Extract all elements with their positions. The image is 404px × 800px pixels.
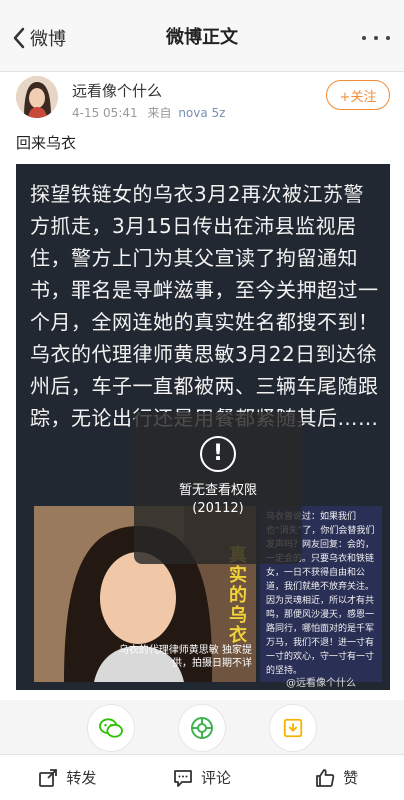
share-bar	[0, 700, 404, 754]
dot-icon	[386, 36, 390, 40]
like-label: 赞	[343, 769, 359, 787]
image-text: 探望铁链女的乌衣3月2再次被江苏警方抓走，3月15日传出在沛县监视居住，警方上门…	[30, 178, 380, 434]
post-text: 回来乌衣	[16, 134, 77, 152]
post-card: 远看像个什么 4-15 05:41 来自 nova 5z +关注 回来乌衣 探望…	[0, 72, 404, 700]
image-watermark: @远看像个什么	[286, 678, 356, 689]
share-moments-button[interactable]	[178, 704, 226, 752]
dot-icon	[362, 36, 366, 40]
post-image[interactable]: 探望铁链女的乌衣3月2再次被江苏警方抓走，3月15日传出在沛县监视居住，警方上门…	[16, 164, 390, 690]
save-image-icon	[283, 718, 303, 738]
share-wechat-button[interactable]	[87, 704, 135, 752]
post-time: 4-15 05:41	[72, 106, 138, 120]
moments-icon	[191, 717, 213, 739]
page-title: 微博正文	[166, 27, 238, 48]
repost-label: 转发	[66, 769, 97, 787]
overlay-code: (20112)	[192, 501, 244, 516]
follow-button[interactable]: +关注	[326, 80, 390, 110]
source-device[interactable]: nova 5z	[178, 106, 225, 120]
comment-button[interactable]: 评论	[135, 755, 270, 800]
warning-icon: !	[200, 436, 236, 472]
comment-label: 评论	[201, 769, 232, 787]
dot-icon	[374, 36, 378, 40]
repost-button[interactable]: 转发	[0, 755, 135, 800]
save-image-button[interactable]	[269, 704, 317, 752]
nav-bar: 微博 微博正文	[0, 0, 404, 72]
source-prefix: 来自	[147, 106, 172, 120]
wechat-icon	[99, 718, 123, 738]
action-toolbar: 转发 评论 赞	[0, 754, 404, 800]
thumbs-up-icon	[316, 768, 335, 787]
comment-icon	[174, 769, 192, 787]
avatar[interactable]	[16, 76, 58, 118]
overlay-message: 暂无查看权限	[178, 483, 257, 498]
post-meta: 4-15 05:41 来自 nova 5z	[72, 104, 225, 121]
like-button[interactable]: 赞	[269, 755, 404, 800]
avatar-image	[16, 76, 58, 118]
more-options-button[interactable]	[362, 26, 390, 50]
image-paragraph: 探望铁链女的乌衣3月2再次被江苏警方抓走，3月15日传出在沛县监视居住，警方上门…	[30, 182, 379, 334]
username[interactable]: 远看像个什么	[72, 80, 162, 101]
repost-icon	[39, 768, 58, 787]
permission-overlay: ! 暂无查看权限 (20112)	[134, 412, 302, 564]
photo-caption: 乌衣的代理律师黄思敏 独家提供，拍摄日期不详	[118, 645, 252, 669]
